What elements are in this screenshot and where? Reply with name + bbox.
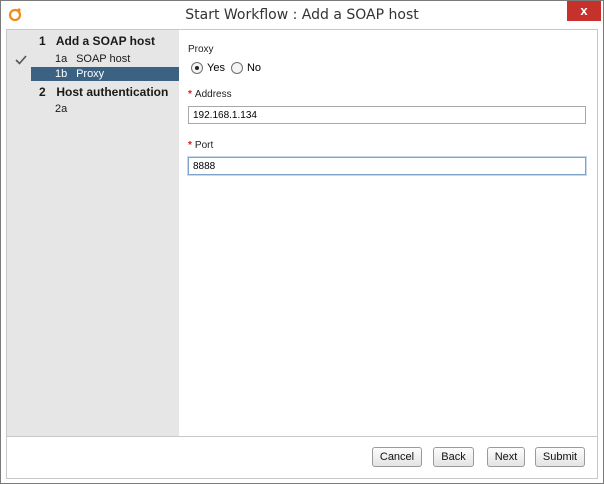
step-1-title[interactable]: 1 Add a SOAP host xyxy=(39,34,155,48)
close-button[interactable]: x xyxy=(567,1,601,21)
port-input[interactable] xyxy=(188,157,586,175)
window-title: Start Workflow : Add a SOAP host xyxy=(185,7,419,23)
proxy-label: Proxy xyxy=(188,44,214,55)
step-2-title[interactable]: 2 Host authentication xyxy=(39,85,168,99)
proxy-no-radio[interactable] xyxy=(230,62,243,74)
proxy-no-label[interactable]: No xyxy=(247,62,261,74)
form-panel: Proxy Yes No *Address *Port xyxy=(179,30,597,436)
workflow-dialog: Start Workflow : Add a SOAP host x 1 Add… xyxy=(0,0,604,484)
sidebar-item-proxy[interactable]: 1b Proxy xyxy=(31,67,179,81)
step-sidebar: 1 Add a SOAP host 1a SOAP host 1b Proxy … xyxy=(7,30,179,436)
dialog-body: 1 Add a SOAP host 1a SOAP host 1b Proxy … xyxy=(6,29,598,479)
checkmark-icon xyxy=(15,55,27,65)
submit-button[interactable]: Submit xyxy=(535,447,585,467)
proxy-yes-radio[interactable] xyxy=(191,62,203,74)
back-button[interactable]: Back xyxy=(433,447,474,467)
address-input[interactable] xyxy=(188,106,586,124)
button-bar: Cancel Back Next Submit xyxy=(7,436,597,478)
next-button[interactable]: Next xyxy=(487,447,525,467)
close-icon: x xyxy=(580,3,588,18)
port-label: * Port xyxy=(188,140,214,151)
sidebar-item-soap-host[interactable]: 1a SOAP host xyxy=(31,52,179,66)
sidebar-item-host-auth-2a[interactable]: 2a xyxy=(31,102,179,116)
required-asterisk-icon: * xyxy=(188,89,192,100)
proxy-yes-label[interactable]: Yes xyxy=(207,62,225,74)
address-label: * Address xyxy=(188,89,232,100)
proxy-radio-group: Yes No xyxy=(191,61,267,75)
title-bar: Start Workflow : Add a SOAP host x xyxy=(1,1,603,29)
required-asterisk-icon: * xyxy=(188,140,192,151)
cancel-button[interactable]: Cancel xyxy=(372,447,422,467)
